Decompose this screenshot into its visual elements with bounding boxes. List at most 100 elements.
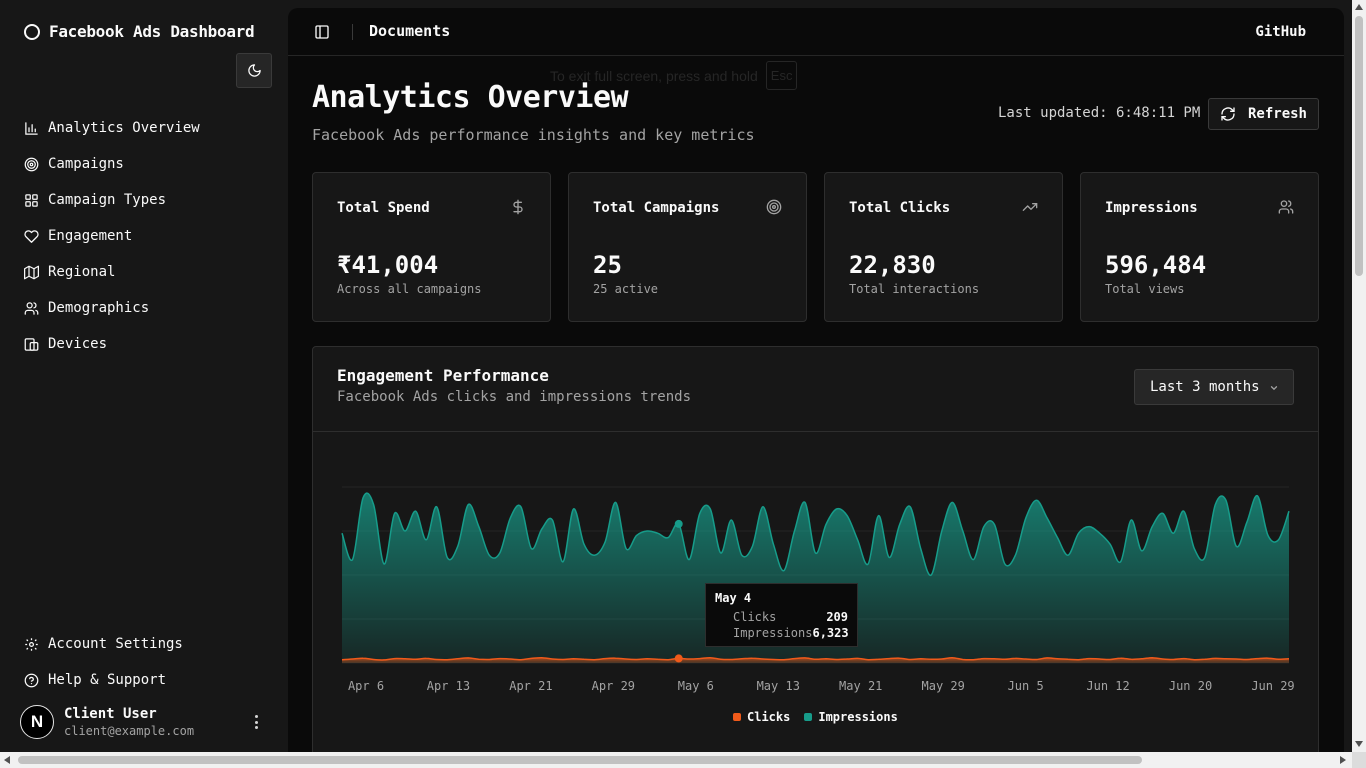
sidebar-item-demographics[interactable]: Demographics: [24, 290, 264, 326]
x-tick-label: Apr 29: [592, 679, 635, 693]
tooltip-clicks-value: 209: [826, 610, 848, 624]
chart-legend: Clicks Impressions: [733, 710, 898, 724]
x-tick-label: Apr 13: [427, 679, 470, 693]
vertical-scrollbar[interactable]: [1352, 0, 1366, 752]
horizontal-scrollbar[interactable]: [0, 752, 1352, 768]
vertical-scrollbar-thumb[interactable]: [1355, 16, 1363, 276]
scrollbar-corner: [1352, 752, 1366, 768]
metric-cards: Total Spend ₹41,004 Across all campaigns…: [312, 172, 1319, 322]
engagement-chart-card: Engagement Performance Facebook Ads clic…: [312, 346, 1319, 752]
map-icon: [24, 265, 39, 279]
legend-item-impressions[interactable]: Impressions: [804, 710, 898, 724]
fullscreen-hint-key: Esc: [765, 61, 798, 90]
refresh-button[interactable]: Refresh: [1208, 98, 1319, 130]
sidebar-item-label: Campaigns: [48, 156, 124, 172]
card-note: 25 active: [593, 282, 659, 296]
x-tick-label: Jun 29: [1251, 679, 1294, 693]
legend-label-impressions: Impressions: [818, 710, 898, 724]
github-link[interactable]: GitHub: [1255, 24, 1306, 40]
gear-icon: [25, 637, 38, 651]
card-value: 596,484: [1105, 251, 1207, 279]
time-range-value: Last 3 months: [1150, 379, 1260, 395]
sidebar-item-label: Devices: [48, 336, 108, 352]
horizontal-scrollbar-thumb[interactable]: [18, 756, 1142, 764]
user-info: Client User client@example.com: [64, 706, 194, 738]
last-updated: Last updated: 6:48:11 PM: [998, 105, 1201, 121]
card-note: Total views: [1105, 282, 1185, 296]
refresh-icon: [1221, 107, 1235, 121]
heart-icon: [24, 229, 39, 243]
card-label: Total Clicks: [849, 200, 951, 216]
users-icon: [1278, 200, 1294, 214]
top-bar: Documents GitHub: [288, 8, 1344, 56]
tooltip-row-impressions: Impressions 6,323: [715, 626, 849, 640]
x-tick-label: Apr 6: [348, 679, 384, 693]
logo-circle-icon: [24, 23, 40, 40]
chart-header: Engagement Performance Facebook Ads clic…: [313, 347, 1318, 432]
app-title: Facebook Ads Dashboard: [49, 22, 255, 41]
main-panel: Documents GitHub To exit full screen, pr…: [288, 8, 1344, 752]
devices-icon: [24, 337, 39, 351]
metric-card-total-campaigns: Total Campaigns 25 25 active: [568, 172, 807, 322]
chart-tooltip: May 4 Clicks 209 Impressions 6,323: [705, 583, 858, 647]
sidebar-item-label: Campaign Types: [48, 192, 167, 208]
sidebar-item-account-settings[interactable]: Account Settings: [24, 626, 264, 662]
theme-toggle-button[interactable]: [236, 53, 272, 88]
tooltip-row-clicks: Clicks 209: [715, 610, 848, 624]
sidebar-item-engagement[interactable]: Engagement: [24, 218, 264, 254]
x-tick-label: Jun 5: [1008, 679, 1044, 693]
sidebar-item-label: Help & Support: [48, 672, 167, 688]
trending-up-icon: [1022, 203, 1038, 211]
sidebar-toggle-icon[interactable]: [314, 24, 330, 40]
users-icon: [24, 301, 39, 315]
brand[interactable]: Facebook Ads Dashboard: [24, 22, 255, 41]
sidebar-item-regional[interactable]: Regional: [24, 254, 264, 290]
page-title: Analytics Overview: [312, 80, 629, 115]
card-label: Total Campaigns: [593, 200, 720, 216]
sidebar-item-label: Analytics Overview: [48, 120, 200, 136]
sidebar-item-devices[interactable]: Devices: [24, 326, 264, 362]
card-value: 22,830: [849, 251, 936, 279]
avatar: N: [20, 705, 54, 739]
target-icon: [766, 199, 782, 215]
time-range-select[interactable]: Last 3 months: [1134, 369, 1294, 405]
sidebar-item-analytics-overview[interactable]: Analytics Overview: [24, 110, 264, 146]
scroll-up-arrow-icon[interactable]: [1355, 4, 1363, 10]
x-tick-label: May 29: [922, 679, 965, 693]
sidebar-item-label: Demographics: [48, 300, 150, 316]
help-circle-icon: [24, 673, 39, 687]
sidebar-item-help-support[interactable]: Help & Support: [24, 662, 264, 698]
card-value: ₹41,004: [337, 251, 439, 279]
metric-card-impressions: Impressions 596,484 Total views: [1080, 172, 1319, 322]
legend-item-clicks[interactable]: Clicks: [733, 710, 790, 724]
tooltip-clicks-label: Clicks: [733, 610, 777, 624]
x-tick-label: Jun 12: [1086, 679, 1129, 693]
card-note: Total interactions: [849, 282, 980, 296]
bar-chart-icon: [25, 121, 38, 135]
user-email: client@example.com: [64, 724, 195, 738]
chart-subtitle: Facebook Ads clicks and impressions tren…: [337, 389, 692, 405]
sidebar-item-label: Regional: [48, 264, 116, 280]
sidebar-item-label: Account Settings: [48, 636, 183, 652]
sidebar-secondary-nav: Account Settings Help & Support: [24, 626, 264, 698]
scroll-right-arrow-icon[interactable]: [1340, 756, 1346, 764]
tooltip-impressions-value: 6,323: [812, 626, 849, 640]
user-profile[interactable]: N Client User client@example.com: [20, 698, 272, 746]
more-vertical-icon[interactable]: [248, 712, 264, 732]
sidebar-item-campaign-types[interactable]: Campaign Types: [24, 182, 264, 218]
metric-card-total-spend: Total Spend ₹41,004 Across all campaigns: [312, 172, 551, 322]
tooltip-impressions-label: Impressions: [733, 626, 813, 640]
chart-title: Engagement Performance: [337, 366, 549, 385]
highlight-point-impressions: [674, 519, 683, 528]
divider: [352, 24, 353, 40]
dollar-icon: [513, 199, 523, 215]
scroll-left-arrow-icon[interactable]: [4, 756, 10, 764]
sidebar: Facebook Ads Dashboard Analytics Overvie…: [0, 0, 288, 752]
card-label: Impressions: [1105, 200, 1198, 216]
x-tick-label: May 13: [757, 679, 800, 693]
scroll-down-arrow-icon[interactable]: [1355, 741, 1363, 747]
metric-card-total-clicks: Total Clicks 22,830 Total interactions: [824, 172, 1063, 322]
tooltip-date: May 4: [715, 591, 752, 605]
sidebar-nav: Analytics Overview Campaigns Campaign Ty…: [24, 110, 264, 362]
sidebar-item-campaigns[interactable]: Campaigns: [24, 146, 264, 182]
